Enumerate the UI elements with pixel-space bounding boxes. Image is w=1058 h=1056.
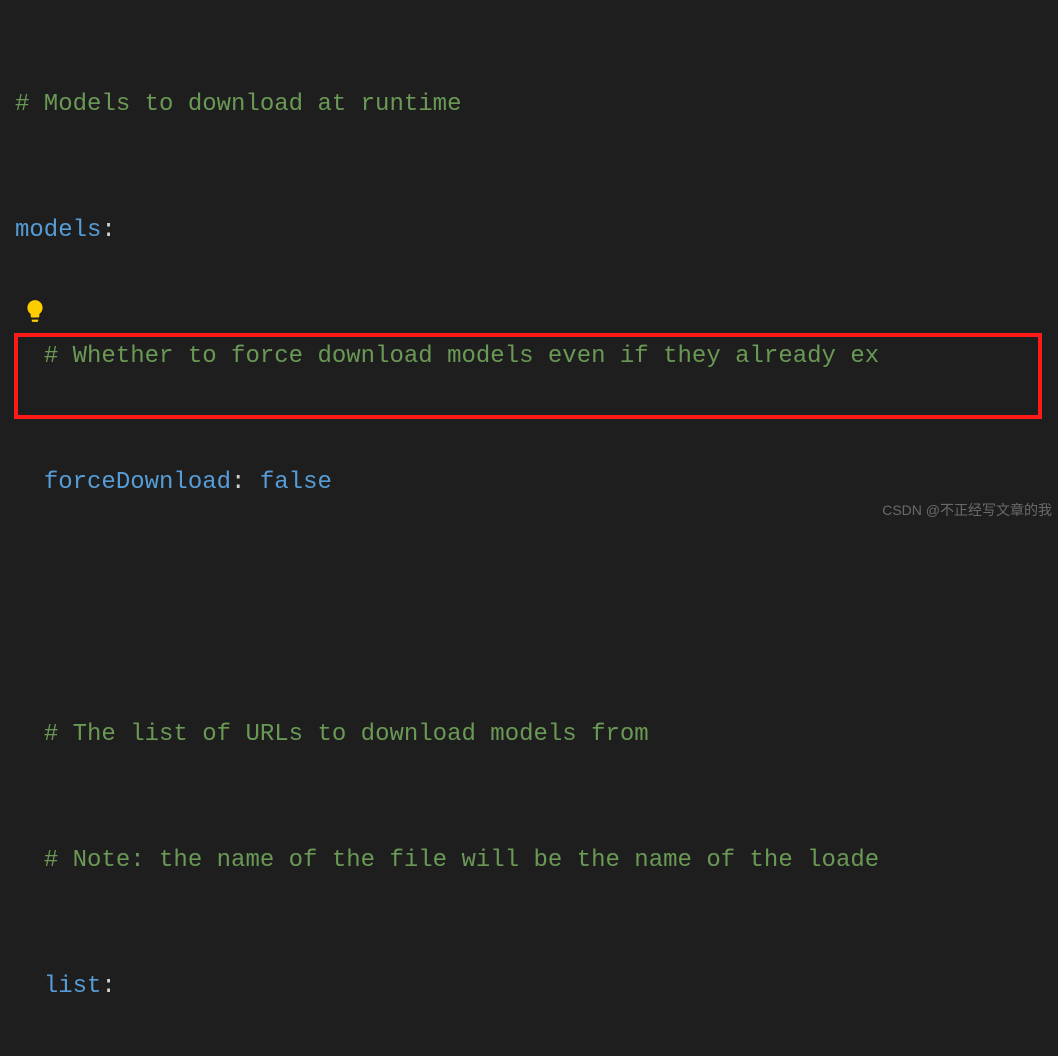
yaml-colon: :: [101, 973, 115, 1000]
comment-text: # Whether to force download models even …: [44, 343, 879, 370]
yaml-colon: :: [101, 217, 115, 244]
yaml-key: models: [15, 217, 101, 244]
watermark-text: CSDN @不正经写文章的我: [882, 500, 1052, 520]
comment-text: # The list of URLs to download models fr…: [44, 721, 649, 748]
code-line[interactable]: # Note: the name of the file will be the…: [0, 840, 1058, 882]
code-line[interactable]: models:: [0, 210, 1058, 252]
code-line[interactable]: [0, 588, 1058, 630]
code-editor[interactable]: # Models to download at runtime models: …: [0, 0, 1058, 1056]
yaml-value: false: [260, 469, 332, 496]
code-line[interactable]: # Models to download at runtime: [0, 84, 1058, 126]
yaml-colon: :: [231, 469, 260, 496]
comment-text: # Models to download at runtime: [15, 91, 461, 118]
code-line[interactable]: forceDownload: false: [0, 462, 1058, 504]
code-line[interactable]: # Whether to force download models even …: [0, 336, 1058, 378]
lightbulb-icon[interactable]: [22, 298, 48, 332]
code-line[interactable]: # The list of URLs to download models fr…: [0, 714, 1058, 756]
comment-text: # Note: the name of the file will be the…: [44, 847, 879, 874]
yaml-key: list: [44, 973, 102, 1000]
code-line[interactable]: list:: [0, 966, 1058, 1008]
yaml-key: forceDownload: [44, 469, 231, 496]
